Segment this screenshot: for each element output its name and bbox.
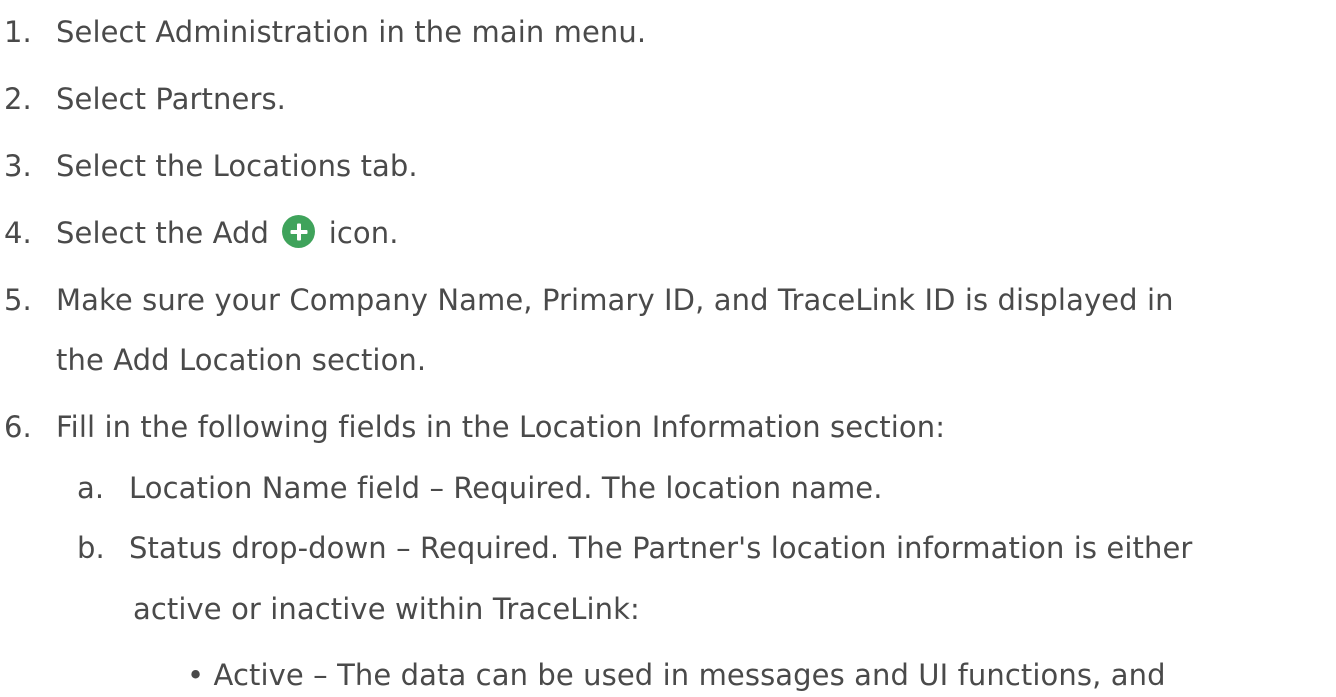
- substep-letter: b.: [77, 531, 105, 565]
- step-5: 5. Make sure your Company Name, Primary I…: [0, 280, 1174, 320]
- step-number: 5.: [4, 283, 32, 317]
- step-text-suffix: icon.: [328, 216, 399, 250]
- step-5-continued: the Add Location section.: [56, 340, 426, 380]
- step-3: 3. Select the Locations tab.: [0, 146, 418, 186]
- substep-a: a. Location Name field – Required. The lo…: [77, 468, 883, 508]
- substep-text: Status drop-down – Required. The Partner…: [129, 531, 1193, 565]
- step-text: the Add Location section.: [56, 343, 427, 377]
- step-number: 6.: [4, 410, 32, 444]
- substep-b-continued: active or inactive within TraceLink:: [133, 589, 640, 629]
- substep-text: active or inactive within TraceLink:: [133, 592, 640, 626]
- bullet-text: Active – The data can be used in message…: [213, 658, 1166, 692]
- step-text: Select Partners.: [56, 82, 287, 116]
- step-4: 4. Select the Add icon.: [0, 213, 399, 253]
- substep-b: b. Status drop-down – Required. The Partn…: [77, 528, 1192, 568]
- bullet-item-active: • Active – The data can be used in messa…: [187, 655, 1166, 695]
- add-circle-icon: [282, 215, 316, 248]
- substep-text: Location Name field – Required. The loca…: [129, 471, 883, 505]
- step-6: 6. Fill in the following fields in the Lo…: [0, 407, 945, 447]
- step-text: Select the Add: [56, 216, 270, 250]
- step-1: 1. Select Administration in the main menu…: [0, 12, 646, 52]
- step-text: Select Administration in the main menu.: [56, 15, 647, 49]
- substep-letter: a.: [77, 471, 105, 505]
- step-number: 4.: [4, 216, 32, 250]
- bullet-mark: •: [187, 658, 205, 692]
- step-text: Fill in the following fields in the Loca…: [56, 410, 946, 444]
- step-number: 3.: [4, 149, 32, 183]
- step-number: 1.: [4, 15, 32, 49]
- step-number: 2.: [4, 82, 32, 116]
- step-text: Make sure your Company Name, Primary ID,…: [56, 283, 1174, 317]
- step-text: Select the Locations tab.: [56, 149, 418, 183]
- step-2: 2. Select Partners.: [0, 79, 286, 119]
